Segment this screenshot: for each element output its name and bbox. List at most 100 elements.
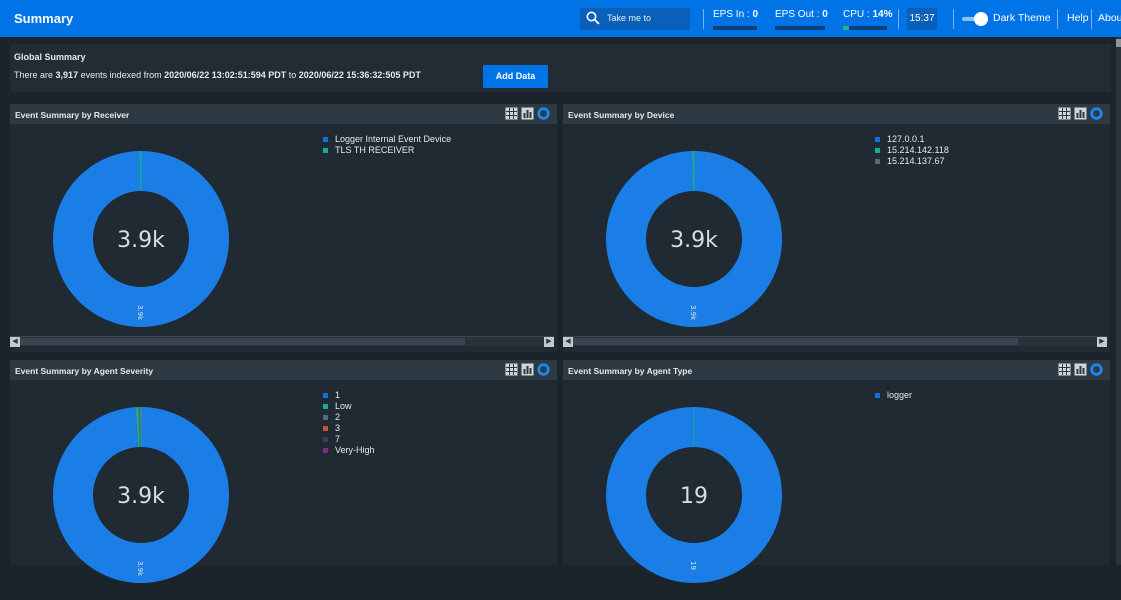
- legend-item[interactable]: Very-High: [323, 445, 375, 456]
- page-title: Summary: [14, 11, 73, 26]
- divider: [898, 9, 899, 29]
- event-count: 3,917: [56, 70, 79, 80]
- legend-label: 2: [335, 412, 340, 422]
- legend-item[interactable]: 7: [323, 434, 375, 445]
- legend-item[interactable]: Low: [323, 401, 375, 412]
- about-link[interactable]: About: [1098, 12, 1121, 24]
- scroll-left-icon[interactable]: ◀: [563, 337, 573, 347]
- bar-chart-icon[interactable]: [1074, 363, 1087, 376]
- legend-item[interactable]: 127.0.0.1: [875, 134, 949, 145]
- legend-item[interactable]: 3: [323, 423, 375, 434]
- scroll-right-icon[interactable]: ▶: [544, 337, 554, 347]
- eps-in-meter: [713, 26, 757, 30]
- table-view-icon[interactable]: [1058, 363, 1071, 376]
- table-view-icon[interactable]: [1058, 107, 1071, 120]
- dark-theme-label[interactable]: Dark Theme: [993, 12, 1051, 24]
- panel-header: Event Summary by Agent Type: [563, 360, 1110, 380]
- legend-item[interactable]: Logger Internal Event Device: [323, 134, 451, 145]
- bar-chart-icon[interactable]: [521, 107, 534, 120]
- legend-swatch: [323, 437, 328, 442]
- panel-header: Event Summary by Agent Severity: [10, 360, 557, 380]
- legend-label: 127.0.0.1: [887, 134, 925, 144]
- donut-chart-icon[interactable]: [537, 363, 550, 376]
- legend-item[interactable]: 15.214.142.118: [875, 145, 949, 156]
- legend-label: 15.214.137.67: [887, 156, 945, 166]
- legend-swatch: [875, 148, 880, 153]
- donut-chart: 3.9k 3.9k: [563, 124, 833, 344]
- chart-legend: logger: [875, 390, 912, 401]
- donut-chart-icon[interactable]: [1090, 363, 1103, 376]
- search-placeholder: Take me to: [607, 13, 651, 23]
- panel-body: 1919logger: [563, 380, 1110, 565]
- cpu-value: 14%: [872, 9, 892, 20]
- eps-out-value: 0: [822, 9, 828, 20]
- cpu-meter: [843, 26, 887, 30]
- global-summary-title: Global Summary: [14, 52, 86, 62]
- legend-label: 15.214.142.118: [887, 145, 949, 155]
- eps-in-metric: EPS In : 0: [713, 9, 758, 20]
- page-scrollbar[interactable]: [1116, 37, 1121, 565]
- eps-out-label: EPS Out :: [775, 9, 819, 20]
- divider: [1091, 9, 1092, 29]
- bar-chart-icon[interactable]: [521, 363, 534, 376]
- panel-title: Event Summary by Agent Severity: [15, 366, 153, 376]
- slice-value-label: 19: [689, 561, 697, 570]
- scroll-right-icon[interactable]: ▶: [1097, 337, 1107, 347]
- cpu-label: CPU :: [843, 9, 870, 20]
- legend-item[interactable]: 2: [323, 412, 375, 423]
- table-view-icon[interactable]: [505, 363, 518, 376]
- panel-tools: [505, 107, 553, 121]
- help-link[interactable]: Help: [1067, 12, 1089, 24]
- donut-center-value: 3.9k: [117, 228, 165, 253]
- legend-label: 1: [335, 390, 340, 400]
- slice-value-label: 3.9k: [136, 305, 144, 321]
- eps-in-label: EPS In :: [713, 9, 750, 20]
- donut-center-value: 3.9k: [670, 228, 718, 253]
- legend-item[interactable]: logger: [875, 390, 912, 401]
- summary-to: to: [289, 70, 297, 80]
- scrollbar-thumb[interactable]: [573, 338, 1018, 345]
- donut-chart: 3.9k 3.9k: [10, 124, 280, 344]
- horizontal-scrollbar[interactable]: ◀▶: [563, 336, 1107, 346]
- legend-label: Low: [335, 401, 352, 411]
- donut-chart-icon[interactable]: [537, 107, 550, 120]
- legend-swatch: [323, 426, 328, 431]
- legend-item[interactable]: 15.214.137.67: [875, 156, 949, 167]
- clock: 15:37: [907, 8, 937, 30]
- panel-body: 3.9k 3.9k 127.0.0.115.214.142.11815.214.13…: [563, 124, 1110, 352]
- summary-prefix: There are: [14, 70, 53, 80]
- divider: [1057, 9, 1058, 29]
- divider: [703, 9, 704, 29]
- legend-swatch: [323, 137, 328, 142]
- panel-title: Event Summary by Receiver: [15, 110, 129, 120]
- table-view-icon[interactable]: [505, 107, 518, 120]
- legend-label: 3: [335, 423, 340, 433]
- legend-swatch: [323, 415, 328, 420]
- global-summary-text: There are 3,917 events indexed from 2020…: [14, 70, 421, 80]
- legend-item[interactable]: 1: [323, 390, 375, 401]
- from-timestamp: 2020/06/22 13:02:51:594 PDT: [164, 70, 286, 80]
- legend-item[interactable]: TLS TH RECEIVER: [323, 145, 451, 156]
- scroll-left-icon[interactable]: ◀: [10, 337, 20, 347]
- panel-title: Event Summary by Agent Type: [568, 366, 692, 376]
- search-input[interactable]: Take me to: [580, 8, 690, 30]
- cpu-metric: CPU : 14%: [843, 9, 892, 20]
- bar-chart-icon[interactable]: [1074, 107, 1087, 120]
- slice-value-label: 3.9k: [689, 305, 697, 321]
- theme-toggle[interactable]: [962, 12, 988, 26]
- legend-label: Logger Internal Event Device: [335, 134, 451, 144]
- donut-chart: 1919: [563, 380, 833, 600]
- horizontal-scrollbar[interactable]: ◀▶: [10, 336, 554, 346]
- toggle-knob: [974, 12, 988, 26]
- summary-middle: events indexed from: [81, 70, 162, 80]
- chart-legend: 1Low237Very-High: [323, 390, 375, 456]
- panel-body: 3.9k 3.9k Logger Internal Event DeviceTLS …: [10, 124, 557, 352]
- panel-body: 3.9k3.9k1Low237Very-High: [10, 380, 557, 565]
- donut-center-value: 3.9k: [117, 484, 165, 509]
- donut-chart-icon[interactable]: [1090, 107, 1103, 120]
- add-data-button[interactable]: Add Data: [483, 65, 548, 88]
- eps-in-value: 0: [752, 9, 758, 20]
- legend-label: logger: [887, 390, 912, 400]
- page-scrollbar-thumb[interactable]: [1116, 39, 1121, 47]
- scrollbar-thumb[interactable]: [20, 338, 465, 345]
